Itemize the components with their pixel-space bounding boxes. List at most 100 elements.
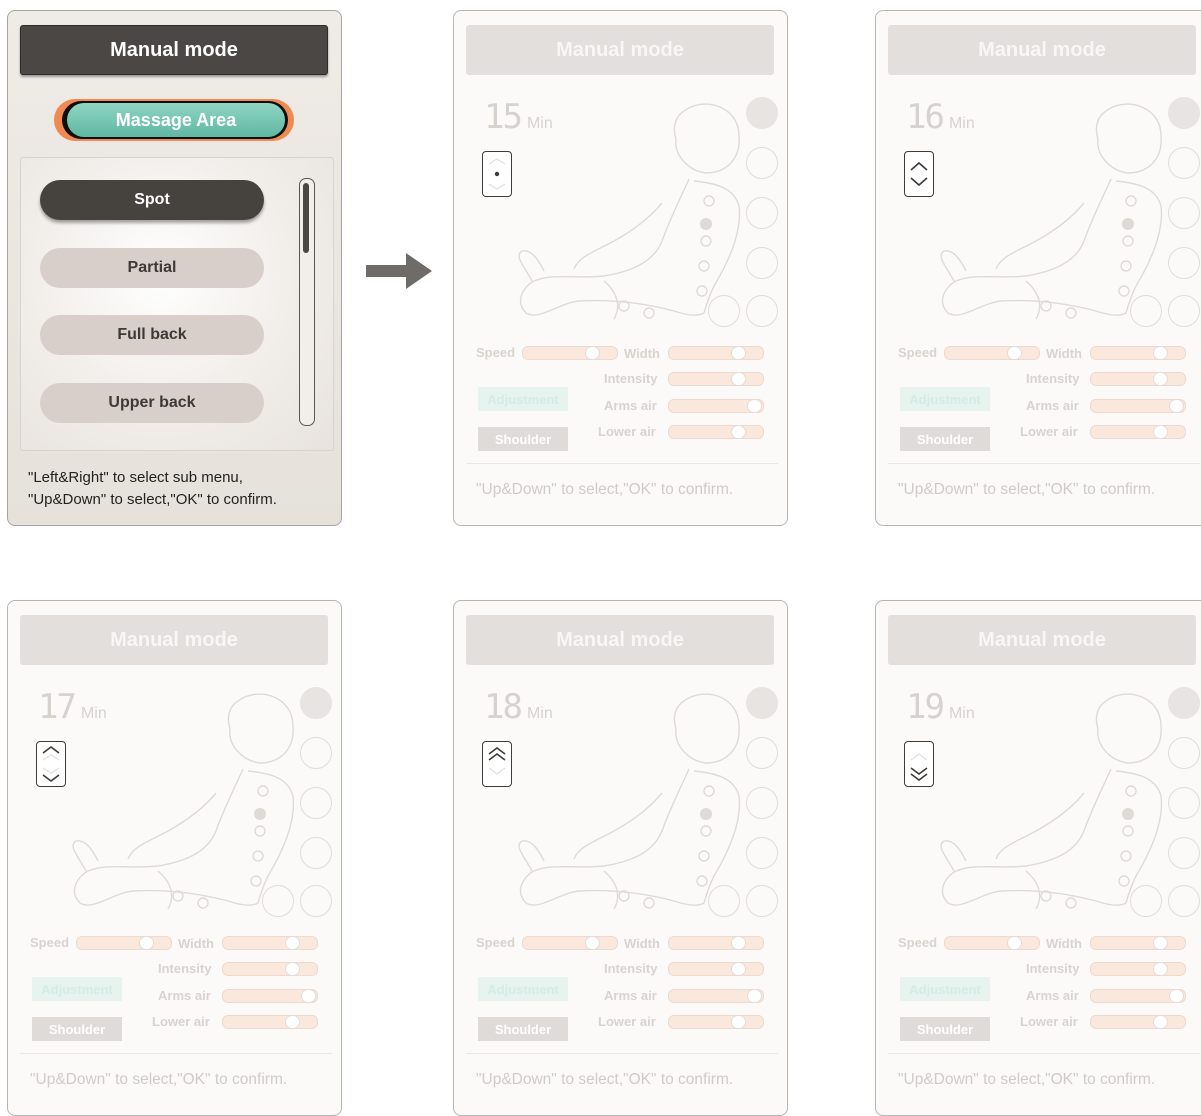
width-slider[interactable] — [222, 936, 318, 950]
speed-slider[interactable] — [944, 346, 1040, 360]
function-button-5[interactable] — [746, 885, 778, 917]
slider-knob[interactable] — [285, 1015, 300, 1029]
auto-program-button[interactable] — [300, 687, 332, 719]
instruction-text: "Up&Down" to select,"OK" to confirm. — [898, 1071, 1156, 1088]
function-button-1[interactable] — [1168, 737, 1200, 769]
massage-area-tab[interactable]: Massage Area — [54, 99, 294, 141]
slider-knob[interactable] — [731, 372, 746, 386]
auto-program-button[interactable] — [1168, 97, 1200, 129]
arms-air-slider[interactable] — [1090, 989, 1186, 1003]
function-button-1[interactable] — [746, 147, 778, 179]
slider-knob[interactable] — [1007, 346, 1022, 360]
adjustment-button[interactable]: Adjustment — [900, 387, 990, 411]
slider-knob[interactable] — [1153, 425, 1168, 439]
slider-knob[interactable] — [585, 936, 600, 950]
function-button-3[interactable] — [746, 837, 778, 869]
intensity-slider[interactable] — [668, 962, 764, 976]
intensity-slider[interactable] — [1090, 962, 1186, 976]
arms-air-slider[interactable] — [222, 989, 318, 1003]
list-item-full-back[interactable]: Full back — [40, 315, 264, 355]
function-button-5[interactable] — [1168, 885, 1200, 917]
slider-knob[interactable] — [1153, 346, 1168, 360]
function-button-3[interactable] — [746, 247, 778, 279]
slider-knob[interactable] — [1153, 936, 1168, 950]
slider-knob[interactable] — [1153, 962, 1168, 976]
function-button-2[interactable] — [300, 787, 332, 819]
slider-knob[interactable] — [1169, 989, 1184, 1003]
arms-air-slider[interactable] — [1090, 399, 1186, 413]
function-button-4[interactable] — [1130, 885, 1162, 917]
slider-knob[interactable] — [585, 346, 600, 360]
shoulder-button[interactable]: Shoulder — [32, 1017, 122, 1041]
slider-knob[interactable] — [731, 425, 746, 439]
adjustment-button[interactable]: Adjustment — [478, 977, 568, 1001]
function-button-2[interactable] — [746, 787, 778, 819]
function-button-5[interactable] — [746, 295, 778, 327]
function-button-2[interactable] — [746, 197, 778, 229]
slider-knob[interactable] — [139, 936, 154, 950]
adjustment-button[interactable]: Adjustment — [32, 977, 122, 1001]
slider-knob[interactable] — [1169, 399, 1184, 413]
slider-knob[interactable] — [1007, 936, 1022, 950]
lower-air-slider[interactable] — [222, 1015, 318, 1029]
function-button-4[interactable] — [262, 885, 294, 917]
intensity-slider[interactable] — [668, 372, 764, 386]
slider-knob[interactable] — [747, 989, 762, 1003]
instruction-text: "Up&Down" to select,"OK" to confirm. — [476, 1071, 734, 1088]
list-scrollbar-thumb[interactable] — [303, 183, 309, 253]
function-button-4[interactable] — [708, 885, 740, 917]
list-scrollbar[interactable] — [299, 178, 315, 426]
width-slider[interactable] — [668, 936, 764, 950]
slider-knob[interactable] — [301, 989, 316, 1003]
speed-slider[interactable] — [76, 936, 172, 950]
function-button-1[interactable] — [1168, 147, 1200, 179]
function-button-4[interactable] — [708, 295, 740, 327]
list-item-partial[interactable]: Partial — [40, 248, 264, 288]
slider-knob[interactable] — [1153, 1015, 1168, 1029]
arms-air-slider[interactable] — [668, 989, 764, 1003]
function-button-5[interactable] — [300, 885, 332, 917]
function-button-4[interactable] — [1130, 295, 1162, 327]
slider-knob[interactable] — [1153, 372, 1168, 386]
arms-air-slider[interactable] — [668, 399, 764, 413]
shoulder-button[interactable]: Shoulder — [478, 427, 568, 451]
width-slider[interactable] — [668, 346, 764, 360]
function-button-5[interactable] — [1168, 295, 1200, 327]
adjustment-button[interactable]: Adjustment — [900, 977, 990, 1001]
intensity-slider[interactable] — [222, 962, 318, 976]
list-item-upper-back[interactable]: Upper back — [40, 383, 264, 423]
function-button-2[interactable] — [1168, 787, 1200, 819]
panel-title: Manual mode — [466, 25, 774, 75]
slider-knob[interactable] — [731, 346, 746, 360]
width-slider[interactable] — [1090, 936, 1186, 950]
lower-air-slider[interactable] — [668, 425, 764, 439]
width-slider[interactable] — [1090, 346, 1186, 360]
function-button-1[interactable] — [300, 737, 332, 769]
slider-knob[interactable] — [731, 962, 746, 976]
auto-program-button[interactable] — [1168, 687, 1200, 719]
lower-air-slider[interactable] — [1090, 1015, 1186, 1029]
slider-knob[interactable] — [285, 962, 300, 976]
function-button-3[interactable] — [300, 837, 332, 869]
function-button-3[interactable] — [1168, 247, 1200, 279]
function-button-3[interactable] — [1168, 837, 1200, 869]
adjustment-button[interactable]: Adjustment — [478, 387, 568, 411]
auto-program-button[interactable] — [746, 97, 778, 129]
auto-program-button[interactable] — [746, 687, 778, 719]
slider-knob[interactable] — [731, 1015, 746, 1029]
speed-slider[interactable] — [522, 936, 618, 950]
shoulder-button[interactable]: Shoulder — [478, 1017, 568, 1041]
slider-knob[interactable] — [285, 936, 300, 950]
function-button-2[interactable] — [1168, 197, 1200, 229]
list-item-spot[interactable]: Spot — [40, 180, 264, 220]
speed-slider[interactable] — [944, 936, 1040, 950]
shoulder-button[interactable]: Shoulder — [900, 1017, 990, 1041]
intensity-slider[interactable] — [1090, 372, 1186, 386]
slider-knob[interactable] — [747, 399, 762, 413]
lower-air-slider[interactable] — [1090, 425, 1186, 439]
function-button-1[interactable] — [746, 737, 778, 769]
lower-air-slider[interactable] — [668, 1015, 764, 1029]
speed-slider[interactable] — [522, 346, 618, 360]
shoulder-button[interactable]: Shoulder — [900, 427, 990, 451]
slider-knob[interactable] — [731, 936, 746, 950]
